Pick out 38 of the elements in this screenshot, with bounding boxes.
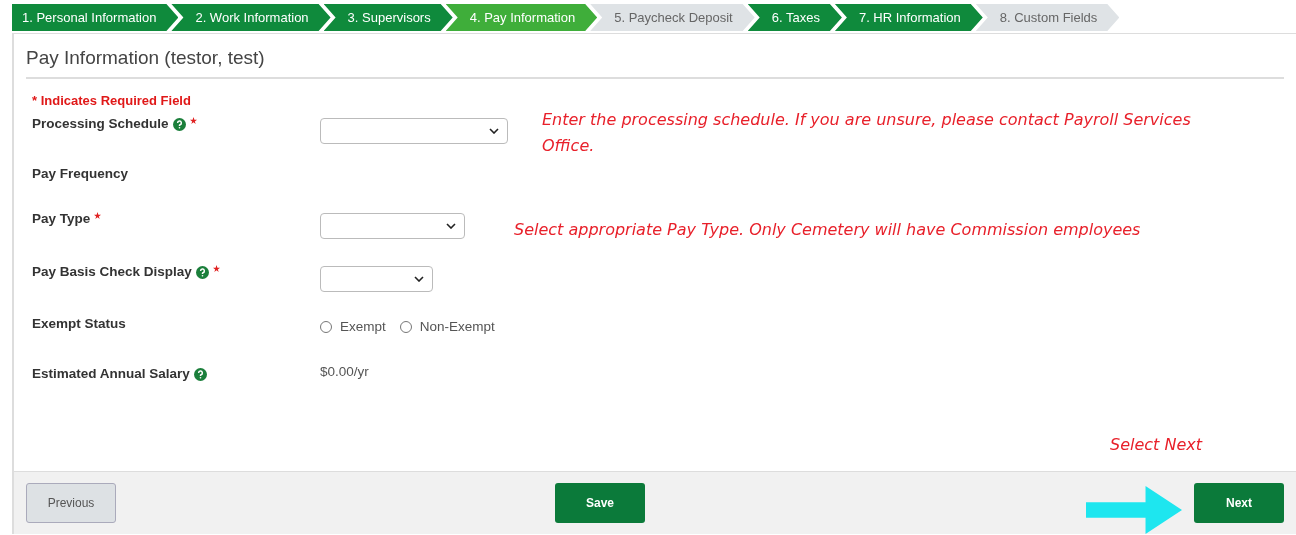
radio-label[interactable]: Exempt xyxy=(340,319,386,334)
required-icon xyxy=(189,117,197,124)
salary-value: $0.00/yr xyxy=(320,364,369,379)
field-label: Pay Type xyxy=(32,211,91,226)
required-icon xyxy=(212,265,220,272)
dropdown[interactable] xyxy=(320,118,508,144)
dropdown[interactable] xyxy=(320,213,465,239)
field-label: Pay Frequency xyxy=(32,166,129,181)
field-label: Exempt Status xyxy=(32,316,126,331)
next-button[interactable]: Next xyxy=(1194,483,1284,523)
step-tab[interactable]: 6. Taxes xyxy=(747,4,842,31)
radio-label[interactable]: Non-Exempt xyxy=(419,319,495,334)
instruction-note: Enter the processing schedule. If you are unsure, please contact Payroll Services Office. xyxy=(542,109,1192,157)
chevron-down-icon xyxy=(446,223,456,229)
help-icon[interactable] xyxy=(172,118,186,131)
step-tab[interactable]: 7. HR Information xyxy=(834,4,983,31)
step-tab[interactable]: 3. Supervisors xyxy=(323,4,453,31)
field-label: Pay Basis Check Display xyxy=(32,264,192,279)
save-button[interactable]: Save xyxy=(555,483,645,523)
step-tab[interactable]: 1. Personal Information xyxy=(12,4,179,31)
chevron-down-icon xyxy=(489,128,499,134)
step-tab[interactable]: 5. Paycheck Deposit xyxy=(590,4,755,31)
help-icon[interactable] xyxy=(195,266,209,279)
arrow-icon xyxy=(1084,486,1184,534)
required-icon xyxy=(94,212,102,219)
help-icon[interactable] xyxy=(193,368,207,381)
previous-button[interactable]: Previous xyxy=(26,483,116,523)
field-label: Estimated Annual Salary xyxy=(32,366,190,381)
chevron-down-icon xyxy=(414,276,424,282)
step-tab[interactable]: 4. Pay Information xyxy=(445,4,598,31)
dropdown[interactable] xyxy=(320,266,433,292)
field-label: Processing Schedule xyxy=(32,116,169,131)
step-tab[interactable]: 2. Work Information xyxy=(171,4,331,31)
instruction-note: Select Next xyxy=(1110,434,1202,456)
required-note: * Indicates Required Field xyxy=(32,93,191,108)
instruction-note: Select appropriate Pay Type. Only Cemetery will have Commission employees xyxy=(514,219,1142,241)
step-tab[interactable]: 8. Custom Fields xyxy=(975,4,1120,31)
page-title: Pay Information (testor, test) xyxy=(26,34,1284,79)
